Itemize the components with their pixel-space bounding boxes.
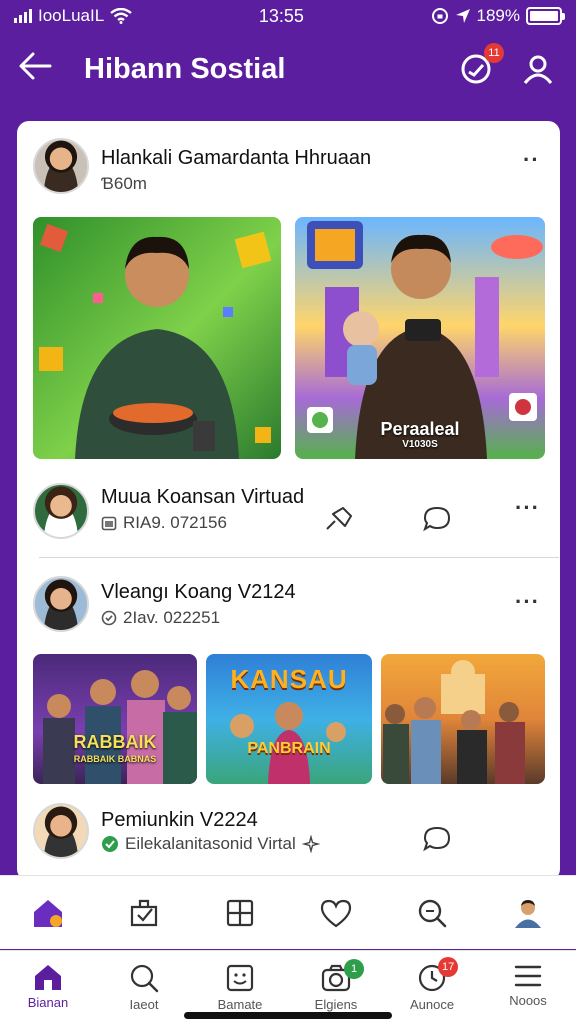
back-button[interactable] (18, 51, 62, 87)
nav-item-menu[interactable]: Nooos (480, 951, 576, 1024)
nav-item-activity[interactable]: 17 Aunoce (384, 951, 480, 1024)
comment-icon (423, 506, 451, 532)
notifications-button[interactable]: 11 (456, 43, 504, 89)
nav-item-home[interactable]: Bianan (0, 951, 96, 1024)
post-meta: Eilekalanitasonid Virtal (101, 834, 320, 854)
more-options-button[interactable]: ··· (515, 589, 540, 615)
nav-label: Aunoce (409, 997, 455, 1012)
image-subcaption: V1030S (402, 439, 438, 450)
status-left: IooLuaIL (14, 6, 132, 26)
quick-actions-bar (0, 875, 576, 949)
divider (39, 557, 559, 558)
more-options-button[interactable]: ··· (515, 495, 540, 521)
nav-label: Elgiens (314, 997, 358, 1012)
rotation-lock-icon (431, 8, 448, 24)
home-indicator (184, 1012, 392, 1019)
home-icon (34, 899, 62, 927)
page-title: Hibann Sostial (84, 52, 286, 85)
image-caption: RABBAIK (73, 732, 157, 752)
calendar-icon (101, 516, 117, 531)
post-meta: RIA9. 072156 (101, 513, 227, 533)
post-author[interactable]: Pemiunkin V2224 (101, 809, 258, 832)
post-meta: 2Iav. 022251 (101, 608, 220, 628)
person-holding-bowl-illustration (39, 223, 272, 459)
puzzle-icon (226, 899, 254, 926)
post-image[interactable]: KANSAU PANBRAIN (206, 654, 372, 784)
signal-icon (14, 9, 32, 23)
nav-label: Iaeot (129, 997, 159, 1012)
avatar[interactable] (33, 138, 89, 194)
nav-label: Bamate (217, 997, 263, 1012)
wifi-icon (110, 8, 132, 24)
more-options-button[interactable]: ·· (523, 147, 540, 173)
smiley-card-icon (226, 964, 254, 992)
pin-icon (326, 507, 352, 530)
verified-badge-icon (102, 836, 118, 852)
pin-button[interactable] (321, 501, 357, 537)
location-arrow-icon (455, 9, 470, 23)
tab-likes[interactable] (312, 889, 360, 937)
avatar[interactable] (33, 803, 89, 859)
crowd-photo-illustration (383, 660, 525, 784)
group-photo-illustration (43, 670, 197, 784)
search-icon (130, 964, 159, 993)
search-icon (418, 899, 447, 927)
tab-home[interactable] (24, 889, 72, 937)
tab-gallery[interactable] (216, 889, 264, 937)
image-caption: Peraaleal (380, 419, 460, 439)
tab-profile[interactable] (504, 889, 552, 937)
app-header: Hibann Sostial 11 (0, 32, 576, 106)
post-meta-text: RIA9. 072156 (123, 513, 227, 532)
avatar[interactable] (33, 576, 89, 632)
profile-button[interactable] (518, 49, 558, 89)
post-image[interactable]: RABBAIK RABBAIK BABNAS (33, 654, 197, 784)
post-image[interactable] (381, 654, 545, 784)
status-time: 13:55 (258, 5, 304, 26)
status-right: 189% (431, 6, 565, 26)
post-image[interactable]: Peraaleal V1030S (295, 217, 545, 459)
post-author[interactable]: Vleangı Koang V2124 (101, 581, 296, 604)
image-caption: PANBRAIN (247, 740, 331, 757)
tab-search[interactable] (408, 889, 456, 937)
feed-card: Hlankali Gamardanta Hhruaan Ɓ60m ·· Pera… (17, 121, 560, 881)
woman-with-toys-illustration (230, 702, 346, 784)
status-bar: IooLuaIL 13:55 189% (0, 0, 576, 32)
profile-avatar-icon (515, 899, 541, 928)
back-arrow-icon (19, 52, 52, 80)
checkbox-icon (130, 899, 158, 926)
notification-badge: 11 (484, 43, 504, 63)
avatar[interactable] (33, 483, 89, 539)
post-image[interactable] (33, 217, 281, 459)
battery-percent: 189% (476, 6, 520, 25)
post-time: Ɓ60m (101, 174, 147, 194)
settings-sparkle-icon (301, 835, 320, 853)
image-subcaption: RABBAIK BABNAS (73, 754, 157, 764)
comment-icon (423, 826, 451, 852)
heart-icon (320, 899, 352, 927)
comment-button[interactable] (419, 821, 455, 857)
nav-label: Nooos (509, 993, 547, 1008)
nav-item-search[interactable]: Iaeot (96, 951, 192, 1024)
nav-badge: 17 (438, 957, 459, 977)
post-time-text: Ɓ60m (101, 174, 147, 193)
comment-button[interactable] (419, 501, 455, 537)
post-author[interactable]: Hlankali Gamardanta Hhruaan (101, 147, 371, 170)
post-meta-text: Eilekalanitasonid Virtal (125, 834, 296, 853)
user-icon (523, 55, 553, 84)
tab-tasks[interactable] (120, 889, 168, 937)
verified-icon (101, 610, 117, 626)
menu-icon (514, 965, 542, 987)
post-meta-text: 2Iav. 022251 (123, 608, 221, 627)
home-icon (35, 965, 61, 990)
carrier-name: IooLuaIL (38, 6, 105, 25)
nav-badge: 1 (344, 959, 364, 979)
battery-icon (526, 7, 565, 25)
nav-label: Bianan (27, 995, 69, 1010)
post-author[interactable]: Muua Koansan Virtuad (101, 486, 304, 509)
